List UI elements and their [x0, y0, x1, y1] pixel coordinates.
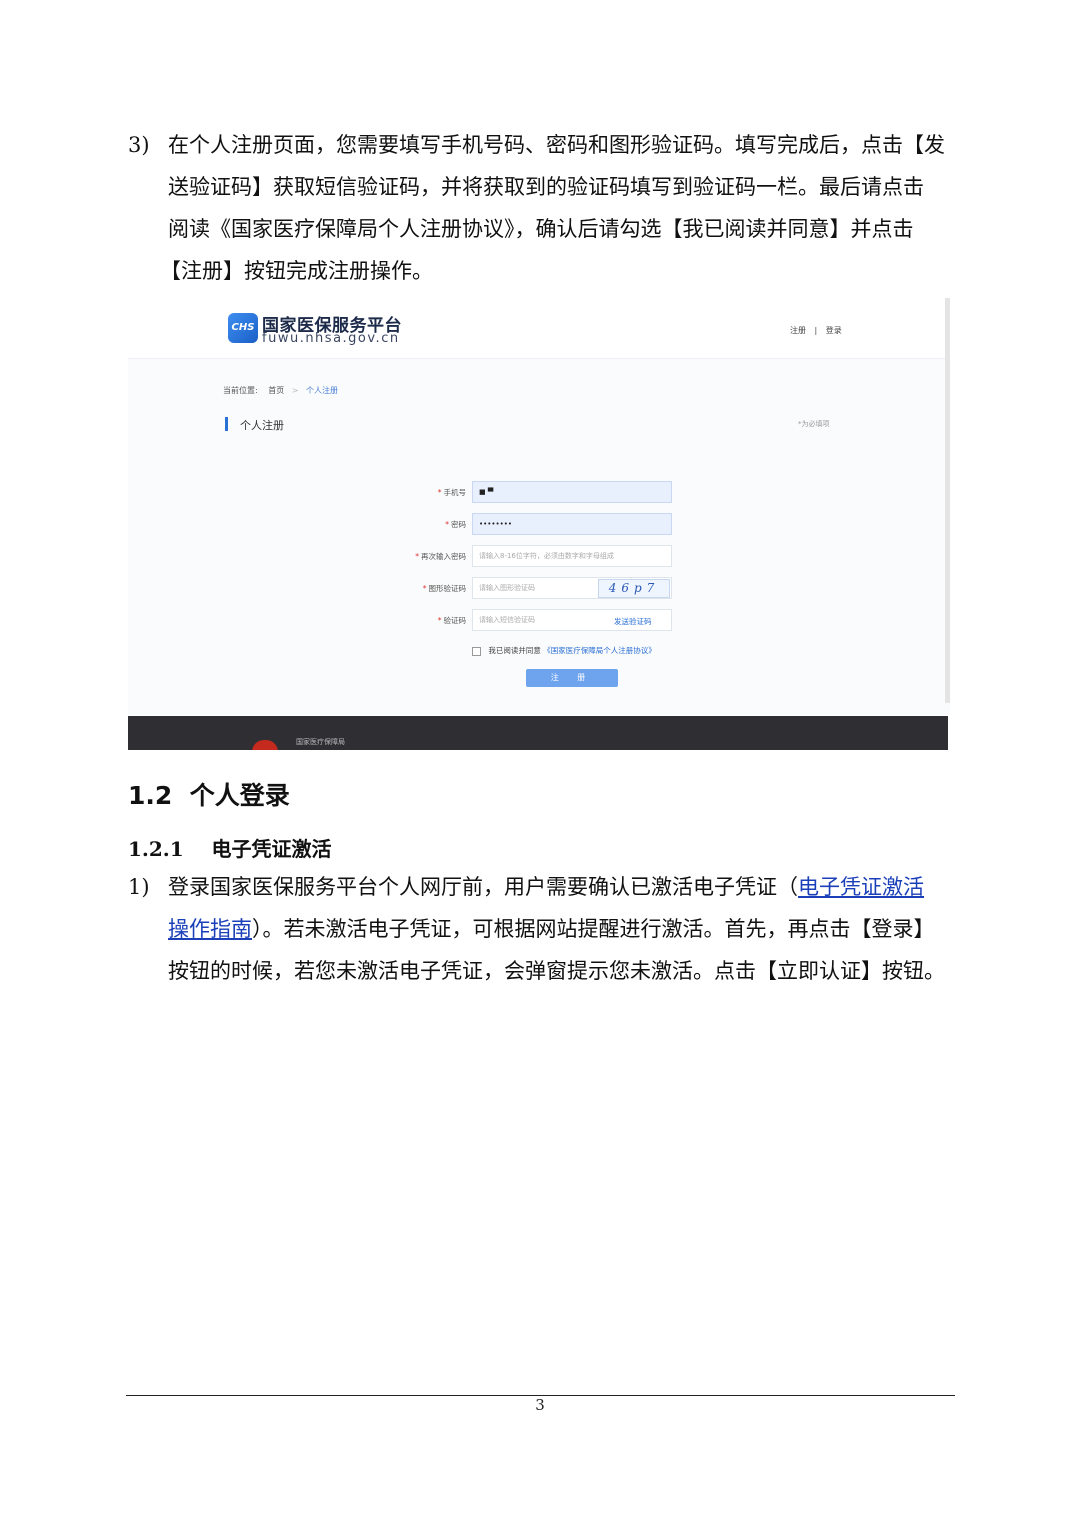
- agreement-row: 我已阅读并同意 《国家医疗保障局个人注册协议》: [472, 645, 656, 656]
- confirm-password-label: * 再次输入密码: [415, 552, 466, 561]
- step-1-line-1: 登录国家医保服务平台个人网厅前，用户需要确认已激活电子凭证（电子凭证激活: [168, 866, 954, 908]
- site-url: fuwu.nhsa.gov.cn: [262, 331, 400, 346]
- section-marker: [225, 417, 228, 431]
- password-input[interactable]: ••••••••: [472, 513, 672, 535]
- page-number: 3: [535, 1396, 545, 1414]
- step-3-paragraph: 3) 在个人注册页面，您需要填写手机号码、密码和图形验证码。填写完成后，点击【发…: [128, 124, 954, 294]
- phone-input[interactable]: ■ ▀: [472, 481, 672, 503]
- step-1-line-2: 操作指南）。若未激活电子凭证，可根据网站提醒进行激活。首先，再点击【登录】: [168, 908, 954, 950]
- send-code-button[interactable]: 发送验证码: [614, 616, 652, 627]
- step-1-line-2-text: ）。若未激活电子凭证，可根据网站提醒进行激活。首先，再点击【登录】: [252, 917, 935, 941]
- e-credential-guide-link[interactable]: 电子凭证激活: [798, 875, 924, 899]
- agreement-link[interactable]: 《国家医疗保障局个人注册协议》: [543, 646, 656, 655]
- sms-code-label: * 验证码: [437, 616, 466, 625]
- footer-text: 国家医疗保障局: [296, 738, 345, 746]
- e-credential-guide-link-cont[interactable]: 操作指南: [168, 917, 252, 941]
- step-3-line-2: 送验证码】获取短信验证码，并将获取到的验证码填写到验证码一栏。最后请点击: [168, 175, 924, 199]
- captcha-label: * 图形验证码: [422, 584, 466, 593]
- step-number: 1): [128, 875, 150, 899]
- register-link[interactable]: 注册: [790, 326, 806, 335]
- captcha-image[interactable]: 46p7: [598, 579, 670, 598]
- agree-label: 我已阅读并同意: [488, 646, 541, 655]
- step-1-line-3: 按钮的时候，若您未激活电子凭证，会弹窗提示您未激活。点击【立即认证】按钮。: [168, 959, 945, 983]
- content-area: [128, 359, 950, 715]
- step-3-line-4: 【注册】按钮完成注册操作。: [160, 259, 433, 283]
- site-header: CHS 国家医保服务平台 fuwu.nhsa.gov.cn 注册 | 登录: [128, 298, 950, 359]
- registration-screenshot: CHS 国家医保服务平台 fuwu.nhsa.gov.cn 注册 | 登录 当前…: [128, 298, 950, 750]
- breadcrumb-current: 个人注册: [306, 386, 339, 395]
- section-heading-1-2: 1.2 个人登录: [128, 781, 290, 810]
- required-note: *为必填项: [798, 420, 830, 428]
- chs-logo-icon: CHS: [228, 313, 258, 343]
- register-button[interactable]: 注 册: [526, 669, 618, 687]
- step-3-line-3: 阅读《国家医疗保障局个人注册协议》，确认后请勾选【我已阅读并同意】并点击: [168, 217, 914, 241]
- header-nav: 注册 | 登录: [790, 325, 842, 336]
- login-link[interactable]: 登录: [826, 326, 842, 335]
- section-heading-1-2-1: 1.2.1 电子凭证激活: [128, 837, 332, 861]
- breadcrumb-home[interactable]: 首页: [268, 386, 284, 395]
- step-number: 3): [128, 133, 150, 157]
- confirm-password-input[interactable]: 请输入8-16位字符，必须由数字和字母组成: [472, 545, 672, 567]
- breadcrumb-separator: >: [291, 386, 299, 395]
- scrollbar[interactable]: [945, 298, 950, 703]
- step-1-line-1-text: 登录国家医保服务平台个人网厅前，用户需要确认已激活电子凭证（: [168, 875, 798, 899]
- password-label: * 密码: [445, 520, 466, 529]
- breadcrumb: 当前位置: 首页 > 个人注册: [223, 385, 338, 396]
- breadcrumb-prefix: 当前位置:: [223, 386, 258, 395]
- step-3-line-1: 在个人注册页面，您需要填写手机号码、密码和图形验证码。填写完成后，点击【发: [168, 133, 945, 157]
- site-footer: [128, 716, 948, 750]
- phone-label: * 手机号: [437, 488, 466, 497]
- section-title: 个人注册: [240, 419, 284, 432]
- step-1-paragraph: 1) 登录国家医保服务平台个人网厅前，用户需要确认已激活电子凭证（电子凭证激活 …: [128, 866, 954, 996]
- nav-divider: |: [814, 326, 818, 335]
- agree-checkbox[interactable]: [472, 646, 481, 656]
